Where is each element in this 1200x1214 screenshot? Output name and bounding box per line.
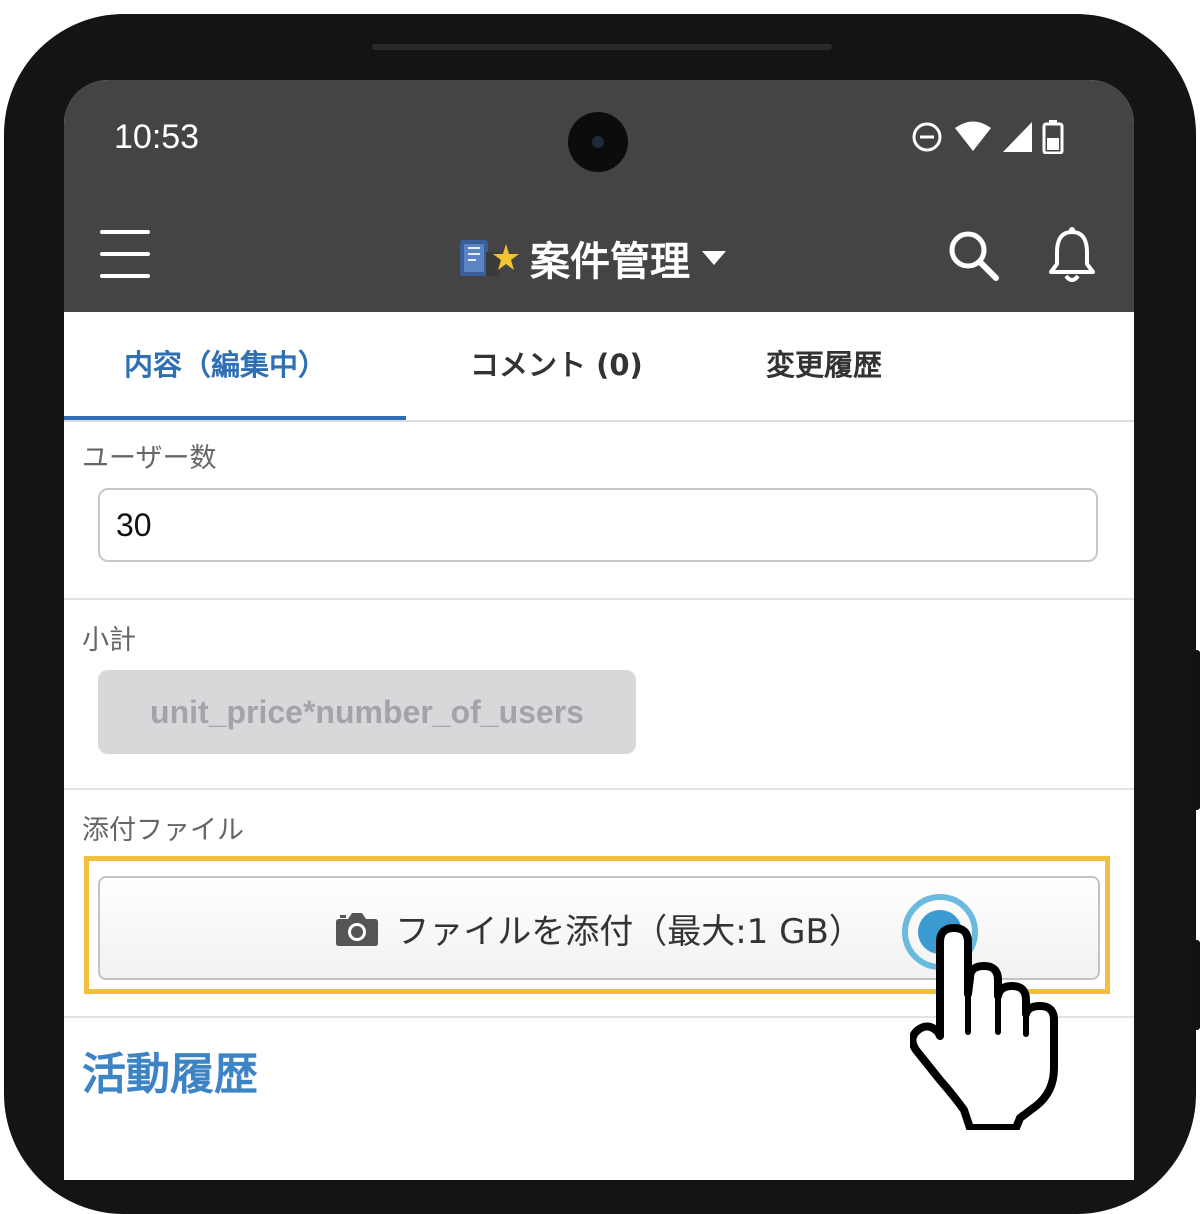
subtotal-field-label: 小計 (82, 625, 136, 656)
app-bar: 案件管理 (64, 200, 1134, 312)
active-tab-indicator (64, 416, 406, 420)
tab-bar: 内容（編集中） コメント (0) 変更履歴 (64, 312, 1134, 422)
menu-button[interactable] (100, 230, 150, 280)
field-divider (64, 788, 1134, 790)
status-time: 10:53 (114, 118, 200, 156)
app-switcher[interactable]: 案件管理 (456, 230, 728, 286)
activity-section-title: 活動履歴 (82, 1049, 258, 1100)
search-icon (949, 231, 999, 281)
dnd-icon (912, 122, 942, 152)
subtotal-formula-field: unit_price*number_of_users (98, 670, 636, 754)
notification-button[interactable] (1044, 226, 1100, 286)
attach-file-label: ファイルを添付（最大:1 GB） (395, 911, 863, 952)
camera-icon (336, 913, 379, 946)
phone-speaker-slot (372, 44, 832, 50)
attachment-field-label: 添付ファイル (82, 815, 244, 846)
hand-pointer-icon (910, 924, 1058, 1130)
status-icons (910, 120, 1064, 154)
bell-icon (1049, 227, 1095, 282)
wifi-icon (955, 121, 991, 151)
dropdown-caret-icon (702, 251, 726, 265)
tab-content-editing[interactable]: 内容（編集中） (124, 342, 327, 384)
battery-icon (1042, 120, 1064, 154)
phone-volume-button (1192, 650, 1200, 810)
subtotal-formula-text: unit_price*number_of_users (150, 693, 584, 730)
search-button[interactable] (944, 226, 1004, 286)
status-bar: 10:53 (64, 80, 1134, 200)
users-field-label: ユーザー数 (82, 443, 217, 474)
phone-power-button (1192, 940, 1200, 1030)
users-count-input[interactable] (98, 488, 1098, 562)
tab-change-history[interactable]: 変更履歴 (766, 342, 882, 384)
app-logo-icon (460, 240, 519, 276)
front-camera (568, 112, 628, 172)
tab-comments[interactable]: コメント (0) (470, 342, 643, 384)
menu-icon (100, 230, 150, 234)
signal-icon (1003, 122, 1032, 152)
field-divider (64, 598, 1134, 600)
app-title: 案件管理 (530, 239, 690, 285)
